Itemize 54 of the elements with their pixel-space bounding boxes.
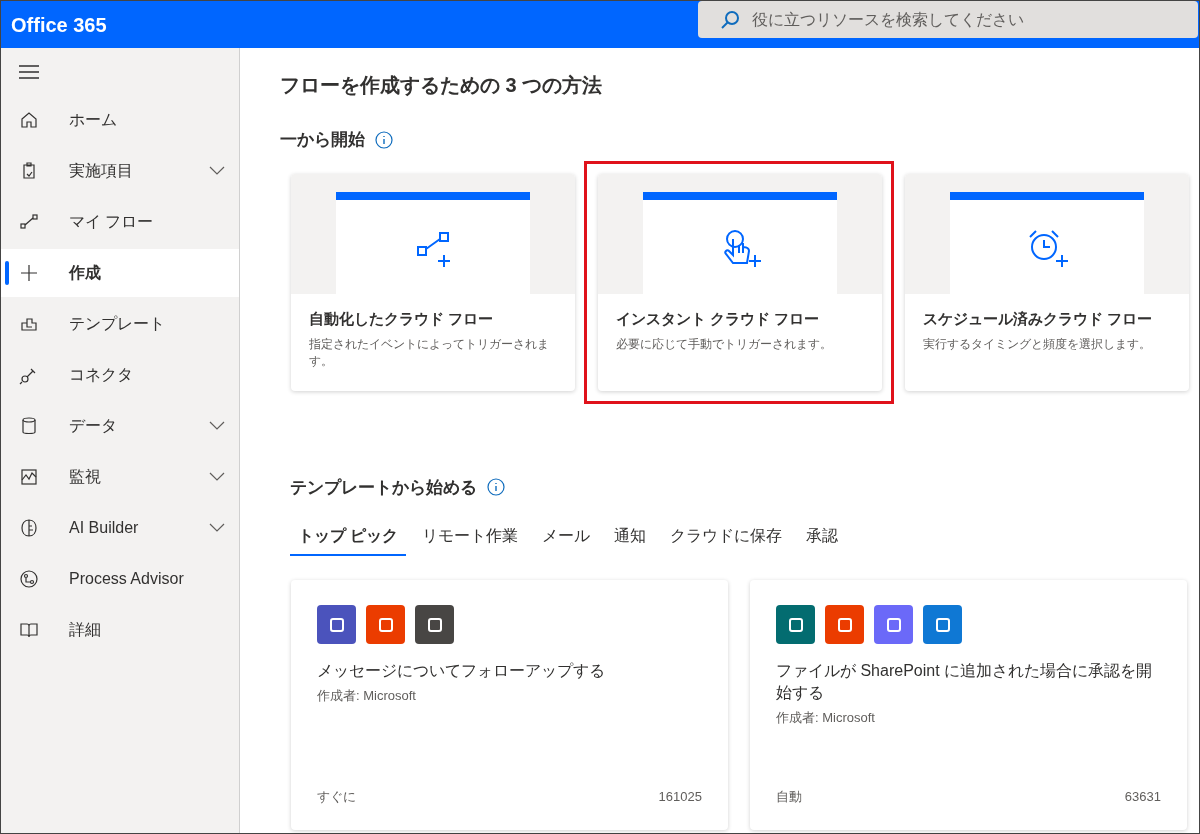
plus-icon: [19, 263, 39, 283]
category-tab[interactable]: クラウドに保存: [662, 524, 791, 556]
sidebar-item[interactable]: テンプレート: [1, 300, 239, 348]
category-tab[interactable]: リモート作業: [414, 524, 527, 556]
search-field[interactable]: 役に立つリソースを検索してください: [698, 1, 1198, 38]
home-icon: [19, 110, 39, 130]
sidebar-item[interactable]: 監視: [1, 453, 239, 501]
sidebar-item[interactable]: マイ フロー: [1, 198, 239, 246]
database-icon: [19, 416, 39, 436]
card-description: 指定されたイベントによってトリガーされます。: [309, 336, 550, 370]
usage-count: 161025: [658, 787, 702, 806]
trigger-type: 自動: [776, 787, 802, 806]
sidebar-item[interactable]: 作成: [1, 249, 239, 297]
section-heading: テンプレートから始める: [290, 476, 477, 499]
selection-indicator: [5, 261, 9, 285]
app-title[interactable]: Office 365: [1, 9, 107, 40]
sidebar-item[interactable]: データ: [1, 402, 239, 450]
card-title: インスタント クラウド フロー: [616, 308, 821, 329]
sidebar-item[interactable]: 詳細: [1, 606, 239, 654]
category-tab[interactable]: メール: [534, 524, 599, 556]
category-tab[interactable]: 通知: [606, 524, 655, 556]
card-title: スケジュール済みクラウド フロー: [923, 308, 1154, 329]
chart-icon: [19, 467, 39, 487]
card-description: 実行するタイミングと頻度を選択します。: [923, 336, 1152, 353]
flow-icon: [19, 212, 39, 232]
usage-count: 63631: [1124, 787, 1161, 806]
process-icon: [19, 569, 39, 589]
search-icon: [720, 10, 740, 30]
category-tab[interactable]: トップ ピック: [290, 524, 407, 556]
template-title: ファイルが SharePoint に追加された場合に承認を開始する: [776, 661, 1154, 703]
flow-type-card[interactable]: 自動化したクラウド フロー 指定されたイベントによってトリガーされます。: [291, 173, 575, 391]
page-title: フローを作成するための 3 つの方法: [280, 73, 604, 98]
sidebar-item[interactable]: Process Advisor: [1, 555, 239, 603]
flow-type-card[interactable]: スケジュール済みクラウド フロー 実行するタイミングと頻度を選択します。: [905, 173, 1189, 391]
card-title: 自動化したクラウド フロー: [309, 308, 495, 329]
book-icon: [19, 620, 39, 640]
category-tab[interactable]: 承認: [798, 524, 847, 556]
brain-icon: [19, 518, 39, 538]
trigger-type: すぐに: [317, 787, 356, 806]
sidebar-item[interactable]: ホーム: [1, 96, 239, 144]
info-icon[interactable]: [375, 130, 393, 149]
menu-icon[interactable]: [19, 62, 39, 82]
sidebar-item[interactable]: 実施項目: [1, 147, 239, 195]
section-heading: 一から開始: [280, 129, 365, 151]
template-author: 作成者: Microsoft: [317, 687, 417, 705]
template-author: 作成者: Microsoft: [776, 709, 876, 727]
info-icon[interactable]: [487, 478, 505, 497]
flow-type-card[interactable]: インスタント クラウド フロー 必要に応じて手動でトリガーされます。: [598, 173, 882, 391]
template-card[interactable]: メッセージについてフォローアップする 作成者: Microsoft すぐに 161025: [291, 580, 728, 830]
card-description: 必要に応じて手動でトリガーされます。: [616, 336, 833, 353]
sidebar-item[interactable]: コネクタ: [1, 351, 239, 399]
sidebar-item[interactable]: AI Builder: [1, 504, 239, 552]
template-card[interactable]: ファイルが SharePoint に追加された場合に承認を開始する 作成者: Microsoft 自動 63631: [750, 580, 1187, 830]
template-title: メッセージについてフォローアップする: [317, 661, 606, 681]
